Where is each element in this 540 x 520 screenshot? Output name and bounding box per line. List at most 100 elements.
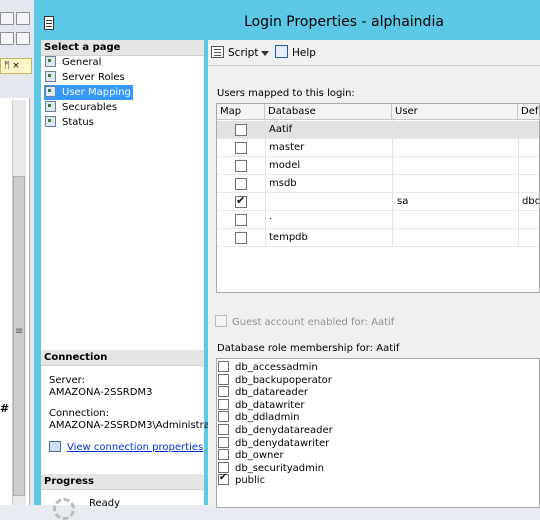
role-item[interactable]: db_datareader — [218, 386, 308, 398]
role-name: db_securityadmin — [235, 462, 324, 474]
page-general[interactable]: General — [44, 55, 103, 70]
map-checkbox[interactable] — [235, 178, 247, 190]
column-header-user[interactable]: User — [392, 104, 518, 120]
script-icon — [211, 46, 224, 58]
user-cell[interactable]: sa — [397, 193, 408, 211]
guest-account-row: Guest account enabled for: Aatif — [215, 315, 394, 328]
link-text: View connection properties — [67, 442, 204, 453]
role-item[interactable]: db_accessadmin — [218, 361, 318, 373]
role-item[interactable]: db_owner — [218, 449, 284, 461]
role-checkbox[interactable] — [218, 386, 229, 398]
connection-value: AMAZONA-2SSRDM3\Administra — [49, 420, 210, 431]
role-name: db_datawriter — [235, 399, 305, 411]
role-name: db_owner — [235, 450, 284, 462]
role-item[interactable]: db_backupoperator — [218, 373, 332, 386]
page-securables[interactable]: Securables — [44, 100, 119, 115]
column-header-default[interactable]: Defa — [518, 104, 539, 120]
page-status[interactable]: Status — [44, 115, 96, 130]
bg-toolbar-button[interactable] — [0, 12, 14, 25]
role-item[interactable]: db_securityadmin — [218, 461, 324, 474]
role-checkbox[interactable] — [218, 449, 229, 461]
role-checkbox[interactable] — [218, 373, 229, 385]
role-name: db_ddladmin — [235, 412, 300, 424]
role-item[interactable]: db_denydatareader — [218, 424, 333, 436]
page-label: Status — [62, 117, 94, 128]
page-label: Server Roles — [62, 72, 125, 83]
page-icon — [44, 70, 58, 82]
bg-toolbar-button[interactable] — [16, 12, 30, 25]
guest-account-checkbox[interactable] — [215, 315, 227, 327]
map-checkbox[interactable] — [235, 214, 247, 226]
database-cell[interactable]: tempdb — [269, 229, 308, 247]
app-icon — [44, 16, 54, 30]
left-pane: Select a page General Server Roles User … — [41, 40, 210, 520]
page-server-roles[interactable]: Server Roles — [44, 70, 127, 85]
role-item[interactable]: db_ddladmin — [218, 411, 300, 423]
map-checkbox[interactable] — [235, 194, 247, 208]
role-name: db_backupoperator — [235, 374, 332, 386]
database-cell[interactable]: msdb — [269, 175, 297, 193]
right-pane: Script Help Users mapped to this login: … — [208, 40, 540, 508]
role-item[interactable]: public — [218, 472, 265, 486]
role-name: db_denydatareader — [235, 425, 333, 436]
help-button[interactable]: Help — [275, 45, 316, 61]
background-ide: ᛗ × ≡ # — [0, 0, 34, 505]
progress-spinner-icon — [53, 498, 75, 520]
page-label: General — [62, 57, 102, 68]
grid-divider — [392, 120, 393, 246]
role-membership-label: Database role membership for: Aatif — [217, 343, 400, 354]
database-cell[interactable]: master — [269, 139, 304, 157]
role-checkbox[interactable] — [218, 472, 229, 486]
column-header-database[interactable]: Database — [265, 104, 392, 120]
bg-pin-tab[interactable]: ᛗ × — [0, 58, 32, 74]
script-button[interactable]: Script — [211, 45, 258, 61]
role-checkbox[interactable] — [218, 398, 229, 410]
grid-header: Map Database User Defa — [217, 104, 539, 120]
page-icon — [44, 115, 58, 127]
view-connection-properties-link[interactable]: View connection properties — [49, 441, 203, 453]
map-checkbox[interactable] — [235, 160, 247, 172]
role-name: db_datareader — [235, 387, 309, 399]
page-icon — [44, 85, 58, 97]
page-icon — [44, 55, 58, 67]
script-label: Script — [228, 47, 259, 59]
map-checkbox[interactable] — [235, 142, 247, 154]
role-checkbox[interactable] — [218, 411, 229, 423]
map-checkbox[interactable] — [235, 232, 247, 244]
page-icon — [44, 100, 58, 112]
database-cell[interactable]: Aatif — [269, 121, 292, 139]
role-checkbox[interactable] — [218, 361, 229, 372]
role-checkbox[interactable] — [218, 436, 229, 448]
role-name: db_accessadmin — [235, 362, 318, 373]
role-item[interactable]: db_datawriter — [218, 398, 305, 411]
page-user-mapping[interactable]: User Mapping — [44, 85, 133, 100]
database-cell[interactable]: model — [269, 157, 300, 175]
page-label: User Mapping — [62, 87, 131, 98]
default-schema-cell[interactable]: dbo — [522, 193, 539, 211]
user-mapping-grid: Map Database User Defa Aatifmastermodelm… — [216, 103, 540, 293]
script-dropdown-arrow-icon[interactable] — [261, 51, 269, 56]
connection-label: Connection: — [49, 408, 109, 419]
role-membership-list: db_accessadmin db_backupoperator db_datare… — [216, 358, 540, 508]
role-item[interactable]: db_denydatawriter — [218, 436, 330, 449]
page-label: Securables — [62, 102, 118, 113]
guest-account-label: Guest account enabled for: Aatif — [232, 317, 395, 328]
bg-toolbar-button[interactable] — [0, 32, 14, 45]
grid-divider — [265, 120, 266, 246]
toolbar: Script Help — [208, 40, 540, 66]
map-checkbox[interactable] — [235, 124, 247, 136]
select-page-header: Select a page — [41, 40, 204, 56]
title-bar[interactable]: Login Properties - alphaindia — [34, 0, 540, 40]
server-value: AMAZONA-2SSRDM3 — [49, 387, 153, 398]
help-icon — [275, 45, 288, 58]
database-cell[interactable]: · — [269, 211, 272, 229]
connection-properties-icon — [49, 441, 61, 452]
connection-header: Connection — [41, 350, 204, 366]
column-header-map[interactable]: Map — [217, 104, 265, 120]
bg-toolbar-button[interactable] — [16, 32, 30, 45]
window-title: Login Properties - alphaindia — [244, 14, 444, 30]
progress-status: Ready — [89, 498, 121, 509]
role-name: db_denydatawriter — [235, 437, 330, 449]
role-checkbox[interactable] — [218, 424, 229, 435]
role-checkbox[interactable] — [218, 461, 229, 473]
